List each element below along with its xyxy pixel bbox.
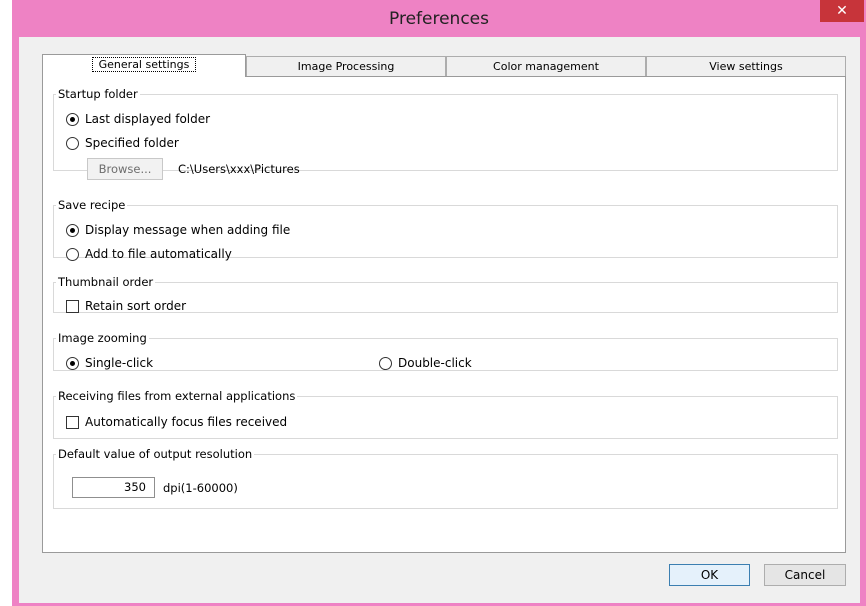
checkbox[interactable] [66,299,79,313]
radio-label: Display message when adding file [85,223,291,237]
receiving-files-group: Receiving files from external applicatio… [53,389,838,439]
tab-label: Color management [493,60,599,73]
group-title: Save recipe [58,198,126,212]
checkbox-label: Retain sort order [85,299,187,313]
tab-label: Image Processing [297,60,395,73]
startup-folder-path: C:\Users\xxx\Pictures [178,162,300,176]
dialog-client-area: General settings Image Processing Color … [19,37,860,603]
ok-button[interactable]: OK [669,564,750,586]
radio-button[interactable] [66,136,79,150]
group-title: Receiving files from external applicatio… [58,389,296,403]
group-title: Default value of output resolution [58,447,253,461]
radio-display-message[interactable]: Display message when adding file [66,223,290,237]
group-title: Startup folder [58,87,138,101]
tab-image-processing[interactable]: Image Processing [246,56,446,76]
radio-double-click[interactable]: Double-click [379,356,472,370]
thumbnail-order-group: Thumbnail order Retain sort order [53,275,838,313]
radio-button[interactable] [379,356,392,370]
checkbox-label: Automatically focus files received [85,415,288,429]
group-title: Thumbnail order [58,275,154,289]
radio-button[interactable] [66,223,79,237]
radio-label: Add to file automatically [85,247,232,261]
image-zooming-group: Image zooming Single-click Double-click [53,331,838,371]
radio-label: Double-click [398,356,472,370]
cancel-button[interactable]: Cancel [764,564,846,586]
radio-button[interactable] [66,356,79,370]
resolution-input[interactable]: 350 [72,477,155,498]
general-settings-panel: Startup folder Last displayed folder Spe… [42,76,846,553]
preferences-window: Preferences ✕ General settings Image Pro… [12,0,866,606]
close-icon: ✕ [836,3,848,19]
tab-label: View settings [709,60,783,73]
tab-view-settings[interactable]: View settings [646,56,846,76]
group-title: Image zooming [58,331,147,345]
close-button[interactable]: ✕ [820,0,864,22]
save-recipe-group: Save recipe Display message when adding … [53,198,838,261]
output-resolution-group: Default value of output resolution 350 d… [53,447,838,509]
checkbox[interactable] [66,415,79,429]
checkbox-retain-sort-order[interactable]: Retain sort order [66,299,186,313]
startup-folder-group: Startup folder Last displayed folder Spe… [53,87,838,180]
radio-button[interactable] [66,247,79,261]
tab-label: General settings [91,57,197,72]
browse-button[interactable]: Browse... [87,158,163,180]
tab-general-settings[interactable]: General settings [42,54,246,77]
radio-label: Single-click [85,356,154,370]
radio-button[interactable] [66,112,79,126]
radio-label: Last displayed folder [85,112,211,126]
radio-single-click[interactable]: Single-click [66,356,153,370]
radio-last-displayed-folder[interactable]: Last displayed folder [66,112,210,126]
window-title: Preferences [389,9,489,29]
resolution-unit-label: dpi(1-60000) [163,481,238,495]
checkbox-auto-focus-files[interactable]: Automatically focus files received [66,415,287,429]
radio-label: Specified folder [85,136,179,150]
radio-add-automatically[interactable]: Add to file automatically [66,247,232,261]
radio-specified-folder[interactable]: Specified folder [66,136,179,150]
tab-color-management[interactable]: Color management [446,56,646,76]
